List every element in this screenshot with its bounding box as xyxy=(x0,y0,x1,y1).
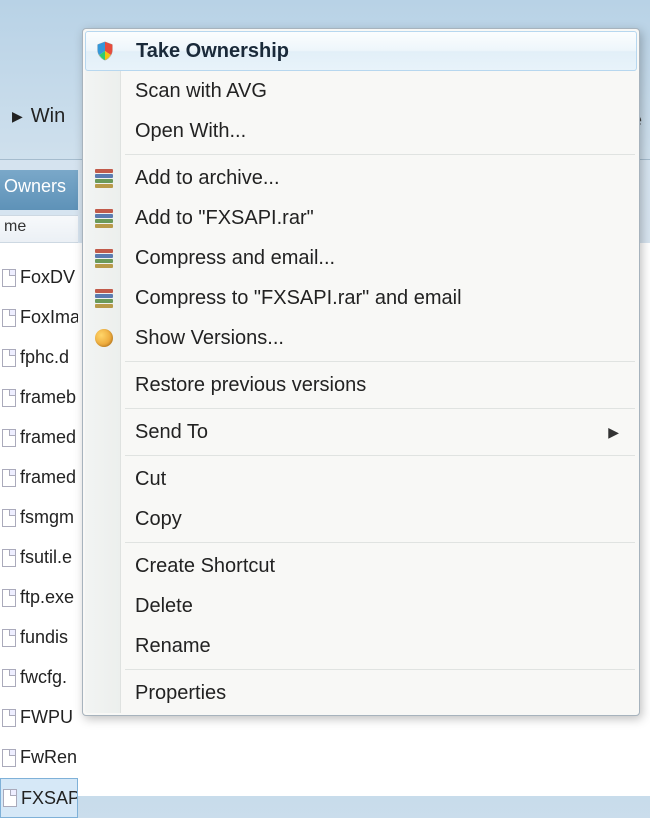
menu-item-label: Copy xyxy=(135,508,619,531)
toolbar-owners[interactable]: Owners xyxy=(0,170,78,210)
menu-item-restore-previous-versions[interactable]: Restore previous versions xyxy=(85,365,637,405)
breadcrumb-arrow-icon: ▶ xyxy=(12,108,23,125)
file-item[interactable]: fsmgm xyxy=(0,498,78,538)
menu-separator xyxy=(125,542,635,543)
menu-item-rename[interactable]: Rename xyxy=(85,626,637,666)
file-name: ftp.exe xyxy=(20,587,74,608)
file-name: fphc.d xyxy=(20,347,69,368)
menu-item-label: Delete xyxy=(135,595,619,618)
submenu-arrow-icon: ▶ xyxy=(608,424,619,441)
menu-separator xyxy=(125,408,635,409)
file-icon xyxy=(2,469,16,487)
archive-icon xyxy=(93,287,115,309)
menu-item-label: Add to "FXSAPI.rar" xyxy=(135,207,619,230)
breadcrumb[interactable]: ▶ Win xyxy=(12,105,65,128)
file-item[interactable]: fsutil.e xyxy=(0,538,78,578)
menu-item-label: Show Versions... xyxy=(135,327,619,350)
file-icon xyxy=(2,349,16,367)
menu-item-delete[interactable]: Delete xyxy=(85,586,637,626)
menu-item-copy[interactable]: Copy xyxy=(85,499,637,539)
menu-item-add-to-fxsapi-rar[interactable]: Add to "FXSAPI.rar" xyxy=(85,198,637,238)
file-item[interactable]: FoxDV xyxy=(0,258,78,298)
menu-item-label: Create Shortcut xyxy=(135,555,619,578)
menu-item-take-ownership[interactable]: Take Ownership xyxy=(85,31,637,71)
file-name: fsutil.e xyxy=(20,547,72,568)
file-name: FWPU xyxy=(20,707,73,728)
file-icon xyxy=(2,429,16,447)
file-icon xyxy=(2,629,16,647)
file-item[interactable]: FwRen xyxy=(0,738,78,778)
file-item[interactable]: FoxIma xyxy=(0,298,78,338)
file-icon xyxy=(2,709,16,727)
menu-item-scan-with-avg[interactable]: Scan with AVG xyxy=(85,71,637,111)
file-name: framed xyxy=(20,427,76,448)
menu-item-label: Rename xyxy=(135,635,619,658)
column-header-name[interactable]: me xyxy=(0,215,78,243)
menu-item-properties[interactable]: Properties xyxy=(85,673,637,713)
menu-item-label: Scan with AVG xyxy=(135,80,619,103)
menu-item-label: Properties xyxy=(135,682,619,705)
file-item[interactable]: fphc.d xyxy=(0,338,78,378)
archive-icon xyxy=(93,167,115,189)
file-icon xyxy=(2,589,16,607)
file-name: FXSAPI xyxy=(21,788,78,809)
menu-item-label: Add to archive... xyxy=(135,167,619,190)
file-item[interactable]: fundis xyxy=(0,618,78,658)
breadcrumb-label: Win xyxy=(31,105,65,128)
file-name: FoxDV xyxy=(20,267,75,288)
archive-icon xyxy=(93,247,115,269)
menu-item-label: Cut xyxy=(135,468,619,491)
file-name: framed xyxy=(20,467,76,488)
menu-item-compress-and-email[interactable]: Compress and email... xyxy=(85,238,637,278)
file-item[interactable]: fwcfg. xyxy=(0,658,78,698)
file-list: FoxDV FoxIma fphc.d frameb framed framed fsmgm… xyxy=(0,258,78,818)
file-name: fwcfg. xyxy=(20,667,67,688)
shield-icon xyxy=(94,40,116,62)
file-name: fsmgm xyxy=(20,507,74,528)
context-menu: Take Ownership Scan with AVG Open With... A… xyxy=(82,28,640,716)
menu-item-open-with[interactable]: Open With... xyxy=(85,111,637,151)
menu-item-add-to-archive[interactable]: Add to archive... xyxy=(85,158,637,198)
file-item[interactable]: frameb xyxy=(0,378,78,418)
menu-item-send-to[interactable]: Send To▶ xyxy=(85,412,637,452)
file-icon xyxy=(2,389,16,407)
menu-item-compress-to-fxsapi-rar-and-email[interactable]: Compress to "FXSAPI.rar" and email xyxy=(85,278,637,318)
menu-item-label: Restore previous versions xyxy=(135,374,619,397)
menu-separator xyxy=(125,669,635,670)
file-name: FoxIma xyxy=(20,307,78,328)
file-icon xyxy=(2,509,16,527)
menu-item-label: Open With... xyxy=(135,120,619,143)
file-icon xyxy=(2,549,16,567)
menu-item-label: Take Ownership xyxy=(136,40,618,63)
menu-separator xyxy=(125,361,635,362)
file-item[interactable]: ftp.exe xyxy=(0,578,78,618)
file-icon xyxy=(2,669,16,687)
file-name: FwRen xyxy=(20,747,77,768)
menu-item-label: Send To xyxy=(135,421,608,444)
menu-item-label: Compress to "FXSAPI.rar" and email xyxy=(135,287,619,310)
menu-item-label: Compress and email... xyxy=(135,247,619,270)
menu-item-show-versions[interactable]: Show Versions... xyxy=(85,318,637,358)
file-item[interactable]: FXSAPI xyxy=(0,778,78,818)
file-icon xyxy=(2,749,16,767)
file-item[interactable]: framed xyxy=(0,458,78,498)
file-icon xyxy=(2,309,16,327)
file-icon xyxy=(2,269,16,287)
archive-icon xyxy=(93,207,115,229)
file-item[interactable]: FWPU xyxy=(0,698,78,738)
menu-separator xyxy=(125,154,635,155)
file-item[interactable]: framed xyxy=(0,418,78,458)
file-icon xyxy=(3,789,17,807)
menu-item-create-shortcut[interactable]: Create Shortcut xyxy=(85,546,637,586)
file-name: fundis xyxy=(20,627,68,648)
menu-separator xyxy=(125,455,635,456)
menu-item-cut[interactable]: Cut xyxy=(85,459,637,499)
file-name: frameb xyxy=(20,387,76,408)
versions-icon xyxy=(93,327,115,349)
